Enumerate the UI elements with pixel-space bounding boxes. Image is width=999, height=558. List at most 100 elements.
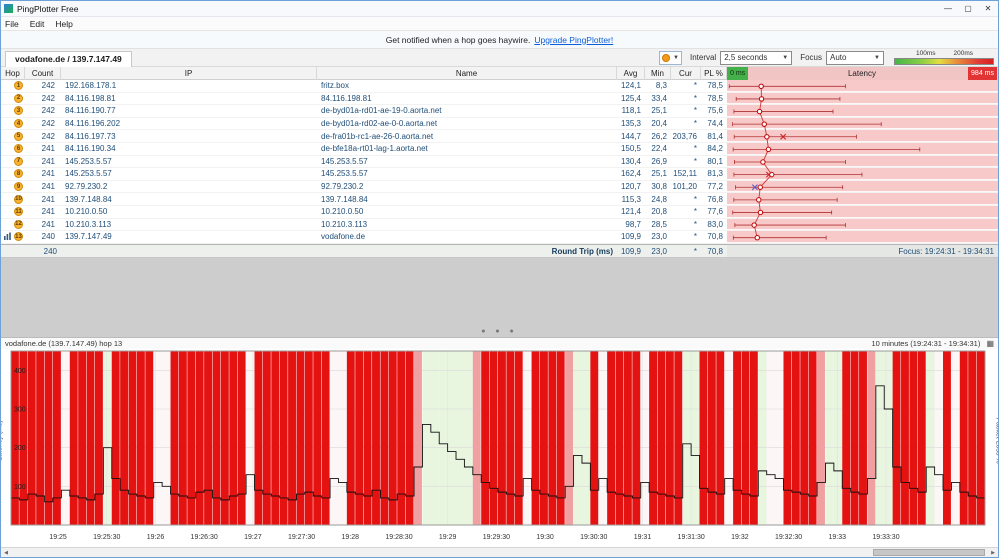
avg-cell: 162,4 xyxy=(620,169,641,179)
cur-cell: * xyxy=(693,93,697,103)
svg-text:19:30: 19:30 xyxy=(536,534,554,541)
pl-cell: 75,6 xyxy=(707,106,723,116)
min-cell: 26,9 xyxy=(651,156,667,166)
table-row[interactable]: 6 241 84.116.190.34 de-bfe18a-rt01-lag-1.ao… xyxy=(1,142,998,156)
ip-cell: 10.210.3.113 xyxy=(65,219,112,229)
min-cell: 20,4 xyxy=(651,119,667,129)
table-row[interactable]: 9 241 92.79.230.2 92.79.230.2 120,7 30,8 101,2… xyxy=(1,180,998,194)
cur-cell: * xyxy=(693,119,697,129)
latency-cell xyxy=(727,117,998,130)
table-row[interactable]: 12 241 10.210.3.113 10.210.3.113 98,7 28,5 * 83… xyxy=(1,218,998,232)
table-row[interactable]: 4 242 84.116.196.202 de-byd01a-rd02-ae-0-0.… xyxy=(1,117,998,131)
left-axis-title: Latency (ms) xyxy=(0,420,4,461)
hop-cell: 9 xyxy=(1,181,25,193)
hop-number-badge: 6 xyxy=(14,144,23,154)
latency-color-legend: 100ms 200ms xyxy=(894,50,994,65)
interval-select[interactable]: 2,5 seconds ▼ xyxy=(720,50,793,65)
svg-text:19:32:30: 19:32:30 xyxy=(775,534,802,541)
chevron-down-icon: ▼ xyxy=(874,54,880,61)
pl-cell: 78,5 xyxy=(707,93,723,103)
table-row[interactable]: 10 241 139.7.148.84 139.7.148.84 115,3 24,8 * 7… xyxy=(1,193,998,206)
table-row[interactable]: 3 242 84.116.190.77 de-byd01a-rd01-ae-19-0.… xyxy=(1,105,998,118)
ip-cell: 84.116.197.73 xyxy=(65,131,116,141)
interval-value: 2,5 seconds xyxy=(724,53,768,62)
upgrade-link[interactable]: Upgrade PingPlotter! xyxy=(534,35,613,45)
hop-number-badge: 4 xyxy=(14,119,23,129)
svg-text:19:30:30: 19:30:30 xyxy=(580,534,607,541)
hop-number-badge: 11 xyxy=(14,207,23,217)
ip-cell: 145.253.5.57 xyxy=(65,156,112,166)
pl-cell: 81,3 xyxy=(707,169,723,179)
hop-cell: 4 xyxy=(1,118,25,130)
table-row[interactable]: 7 241 145.253.5.57 145.253.5.57 130,4 26,9 * 80… xyxy=(1,155,998,169)
scroll-left-arrow[interactable]: ◀ xyxy=(1,548,11,557)
col-hop[interactable]: Hop xyxy=(1,67,25,80)
close-button[interactable]: ✕ xyxy=(978,1,998,17)
svg-text:19:31:30: 19:31:30 xyxy=(678,534,705,541)
menu-bar: File Edit Help xyxy=(1,17,998,31)
avg-cell: 120,7 xyxy=(620,182,641,192)
scroll-right-arrow[interactable]: ▶ xyxy=(988,548,998,557)
timeline-chart[interactable]: 400 300 200 100 19:25 19:25:30 19:26 19:26:30 19… xyxy=(1,349,998,547)
name-cell: 145.253.5.57 xyxy=(321,156,368,166)
count-cell: 241 xyxy=(41,219,55,229)
pl-cell: 80,1 xyxy=(707,156,723,166)
table-row[interactable]: 11 241 10.210.0.50 10.210.0.50 121,4 20,8 * 77,… xyxy=(1,205,998,219)
table-row[interactable]: 8 241 145.253.5.57 145.253.5.57 162,4 25,1 152… xyxy=(1,168,998,181)
menu-edit[interactable]: Edit xyxy=(30,19,45,29)
svg-text:19:29: 19:29 xyxy=(439,534,457,541)
col-min[interactable]: Min xyxy=(645,67,671,80)
ip-cell: 10.210.0.50 xyxy=(65,207,108,217)
name-cell: de-bfe18a-rt01-lag-1.aorta.net xyxy=(321,144,428,154)
name-cell: vodafone.de xyxy=(321,232,366,242)
timeline-range-label: 10 minutes (19:24:31 - 19:34:31) xyxy=(871,339,981,348)
min-cell: 26,2 xyxy=(651,131,667,141)
col-pl[interactable]: PL % xyxy=(701,67,727,80)
ip-cell: 145.253.5.57 xyxy=(65,169,112,179)
cur-cell: * xyxy=(693,144,697,154)
upgrade-notice: Get notified when a hop goes haywire. Up… xyxy=(1,31,998,49)
col-avg[interactable]: Avg xyxy=(617,67,645,80)
target-tab[interactable]: vodafone.de / 139.7.147.49 xyxy=(5,50,132,67)
count-cell: 241 xyxy=(41,194,55,204)
table-row[interactable]: 1 242 192.168.178.1 fritz.box 124,1 8,3 * 78,5 xyxy=(1,80,998,93)
hop-cell: 7 xyxy=(1,156,25,168)
timeline-plot-area[interactable]: Latency (ms) Packet Loss % 400 300 200 100 1… xyxy=(1,349,998,547)
hop-cell: 10 xyxy=(1,193,25,205)
name-cell: de-byd01a-rd01-ae-19-0.aorta.net xyxy=(321,106,442,116)
name-cell: de-fra01b-rc1-ae-26-0.aorta.net xyxy=(321,131,434,141)
maximize-button[interactable]: ▢ xyxy=(958,1,978,17)
avg-cell: 135,3 xyxy=(620,119,641,129)
latency-cell xyxy=(727,193,998,205)
horizontal-scrollbar[interactable]: ◀ ▶ xyxy=(1,547,998,557)
avg-cell: 150,5 xyxy=(620,144,641,154)
scrollbar-thumb[interactable] xyxy=(873,549,985,556)
col-name[interactable]: Name xyxy=(317,67,617,80)
interval-control: Interval 2,5 seconds ▼ xyxy=(690,50,793,65)
svg-text:100: 100 xyxy=(14,484,26,491)
menu-help[interactable]: Help xyxy=(55,19,72,29)
trace-state-button[interactable]: ▼ xyxy=(659,50,682,65)
latency-cell xyxy=(727,130,998,142)
minimize-button[interactable]: — xyxy=(938,1,958,17)
col-cur[interactable]: Cur xyxy=(671,67,701,80)
focus-select[interactable]: Auto ▼ xyxy=(826,50,884,65)
ip-cell: 84.116.190.77 xyxy=(65,106,116,116)
pl-cell: 76,8 xyxy=(707,194,723,204)
time-scale-icon[interactable]: ▦ xyxy=(986,339,994,348)
table-row[interactable]: 13 240 139.7.147.49 vodafone.de 109,9 23,0 * 70… xyxy=(1,231,998,244)
avg-cell: 125,4 xyxy=(620,93,641,103)
menu-file[interactable]: File xyxy=(5,19,19,29)
col-latency[interactable]: 0 ms Latency 984 ms xyxy=(727,67,998,80)
avg-cell: 118,1 xyxy=(621,106,641,116)
focus-control: Focus Auto ▼ xyxy=(800,50,884,65)
min-cell: 22,4 xyxy=(651,144,667,154)
table-row[interactable]: 5 242 84.116.197.73 de-fra01b-rc1-ae-26-0.a… xyxy=(1,130,998,143)
table-row[interactable]: 2 242 84.116.198.81 84.116.198.81 125,4 33,4 *… xyxy=(1,92,998,106)
count-cell: 242 xyxy=(41,106,55,116)
col-ip[interactable]: IP xyxy=(61,67,317,80)
col-count[interactable]: Count xyxy=(25,67,61,80)
splitter-handle[interactable]: ● ● ● xyxy=(481,328,518,335)
cur-cell: 152,11 xyxy=(673,169,697,179)
latency-gradient-bar xyxy=(894,58,994,65)
